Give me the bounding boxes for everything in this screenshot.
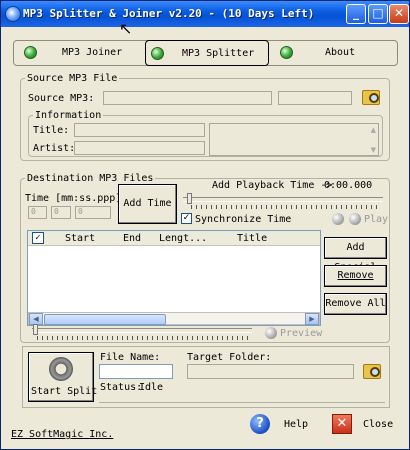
scroll-thumb[interactable] bbox=[44, 314, 166, 325]
tab-mp3-joiner[interactable]: MP3 Joiner bbox=[16, 40, 144, 66]
green-dot-icon bbox=[280, 46, 293, 59]
destination-legend: Destination MP3 Files bbox=[27, 173, 154, 184]
window-title: MP3 Splitter & Joiner v2.20 - (10 Days L… bbox=[23, 7, 315, 20]
title-label: Title: bbox=[33, 125, 70, 136]
remove-all-button[interactable]: Remove All bbox=[324, 293, 387, 315]
close-icon[interactable]: ✕ bbox=[332, 414, 352, 434]
app-icon bbox=[5, 6, 21, 22]
source-mp3-path-field[interactable] bbox=[103, 91, 272, 105]
gear-icon bbox=[49, 357, 73, 381]
synchronize-time-label: Synchronize Time bbox=[195, 214, 292, 225]
preview-slider-thumb[interactable] bbox=[33, 324, 38, 335]
column-length[interactable]: Lengt... bbox=[159, 233, 207, 244]
title-bar[interactable]: MP3 Splitter & Joiner v2.20 - (10 Days L… bbox=[1, 1, 409, 27]
target-folder-label: Target Folder: bbox=[187, 352, 272, 363]
file-name-input[interactable] bbox=[99, 364, 173, 379]
stop-icon bbox=[332, 213, 344, 225]
magnifier-icon bbox=[370, 367, 380, 377]
preview-slider[interactable] bbox=[32, 328, 252, 333]
browse-source-button[interactable] bbox=[362, 88, 382, 106]
select-all-checkbox[interactable]: ✓ bbox=[32, 232, 44, 244]
source-mp3-label: Source MP3: bbox=[28, 93, 95, 104]
column-end[interactable]: End bbox=[123, 233, 141, 244]
preview-slider-ticks bbox=[37, 336, 251, 340]
help-label[interactable]: Help bbox=[284, 419, 308, 430]
title-field bbox=[74, 123, 205, 137]
browse-target-button[interactable] bbox=[363, 362, 383, 380]
tab-bar: MP3 Joiner MP3 Splitter About bbox=[13, 40, 398, 66]
add-playback-time-label: Add Playback Time -> bbox=[212, 180, 333, 191]
remove-button[interactable]: Remove bbox=[324, 265, 387, 287]
column-start[interactable]: Start bbox=[65, 233, 95, 244]
company-link[interactable]: EZ SoftMagic Inc. bbox=[11, 429, 113, 440]
playback-time-value: 0:00.000 bbox=[324, 180, 373, 191]
maximize-button[interactable]: □ bbox=[368, 4, 388, 24]
minimize-button[interactable]: _ bbox=[346, 4, 366, 24]
close-label[interactable]: Close bbox=[363, 419, 393, 430]
green-dot-icon bbox=[151, 47, 164, 60]
list-header: ✓ Start End Lengt... Title bbox=[28, 231, 320, 246]
synchronize-time-checkbox[interactable]: ✓ bbox=[181, 213, 192, 224]
target-folder-field bbox=[187, 364, 354, 379]
preview-icon[interactable] bbox=[265, 327, 277, 339]
playback-slider-ticks bbox=[191, 205, 381, 209]
time-label: Time [mm:ss.ppp]: bbox=[25, 193, 128, 204]
list-horizontal-scrollbar[interactable]: ◀ ▶ bbox=[28, 312, 320, 325]
comment-box: ▲ ▼ bbox=[209, 123, 379, 156]
playback-slider[interactable] bbox=[183, 197, 383, 202]
artist-field bbox=[74, 141, 205, 155]
progress-bar bbox=[99, 394, 385, 403]
scroll-up-icon: ▲ bbox=[370, 126, 376, 134]
source-legend: Source MP3 File bbox=[27, 73, 118, 84]
add-special-button[interactable]: Add Special bbox=[324, 237, 387, 273]
information-legend: Information bbox=[35, 110, 102, 121]
time-ss-field[interactable]: 0 bbox=[51, 206, 71, 219]
help-icon[interactable]: ? bbox=[250, 414, 270, 434]
time-mm-field[interactable]: 0 bbox=[28, 206, 47, 219]
magnifier-icon bbox=[369, 93, 379, 103]
play-label: Play bbox=[364, 214, 389, 225]
artist-label: Artist: bbox=[33, 143, 76, 154]
scroll-down-icon: ▼ bbox=[370, 146, 376, 154]
split-list[interactable]: ✓ Start End Lengt... Title ◀ ▶ bbox=[27, 230, 321, 326]
tab-about[interactable]: About bbox=[272, 40, 397, 66]
scroll-right-icon[interactable]: ▶ bbox=[305, 313, 319, 325]
app-window: MP3 Splitter & Joiner v2.20 - (10 Days L… bbox=[0, 0, 410, 450]
time-ppp-field[interactable]: 0 bbox=[75, 206, 111, 219]
preview-label: Preview bbox=[280, 328, 323, 339]
status-label: Status: bbox=[100, 382, 143, 393]
play-icon[interactable] bbox=[349, 213, 361, 225]
tab-mp3-splitter[interactable]: MP3 Splitter bbox=[145, 40, 269, 66]
mouse-cursor-icon: ↖ bbox=[119, 19, 133, 38]
start-split-button[interactable]: Start Split bbox=[28, 352, 97, 402]
close-window-button[interactable]: ✕ bbox=[389, 4, 409, 24]
column-title[interactable]: Title bbox=[237, 233, 267, 244]
add-time-button[interactable]: Add Time bbox=[118, 184, 177, 224]
playback-slider-thumb[interactable] bbox=[187, 193, 192, 204]
status-value: Idle bbox=[139, 382, 164, 393]
green-dot-icon bbox=[24, 46, 37, 59]
source-mp3-info-field bbox=[278, 91, 352, 105]
file-name-label: File Name: bbox=[100, 352, 161, 363]
